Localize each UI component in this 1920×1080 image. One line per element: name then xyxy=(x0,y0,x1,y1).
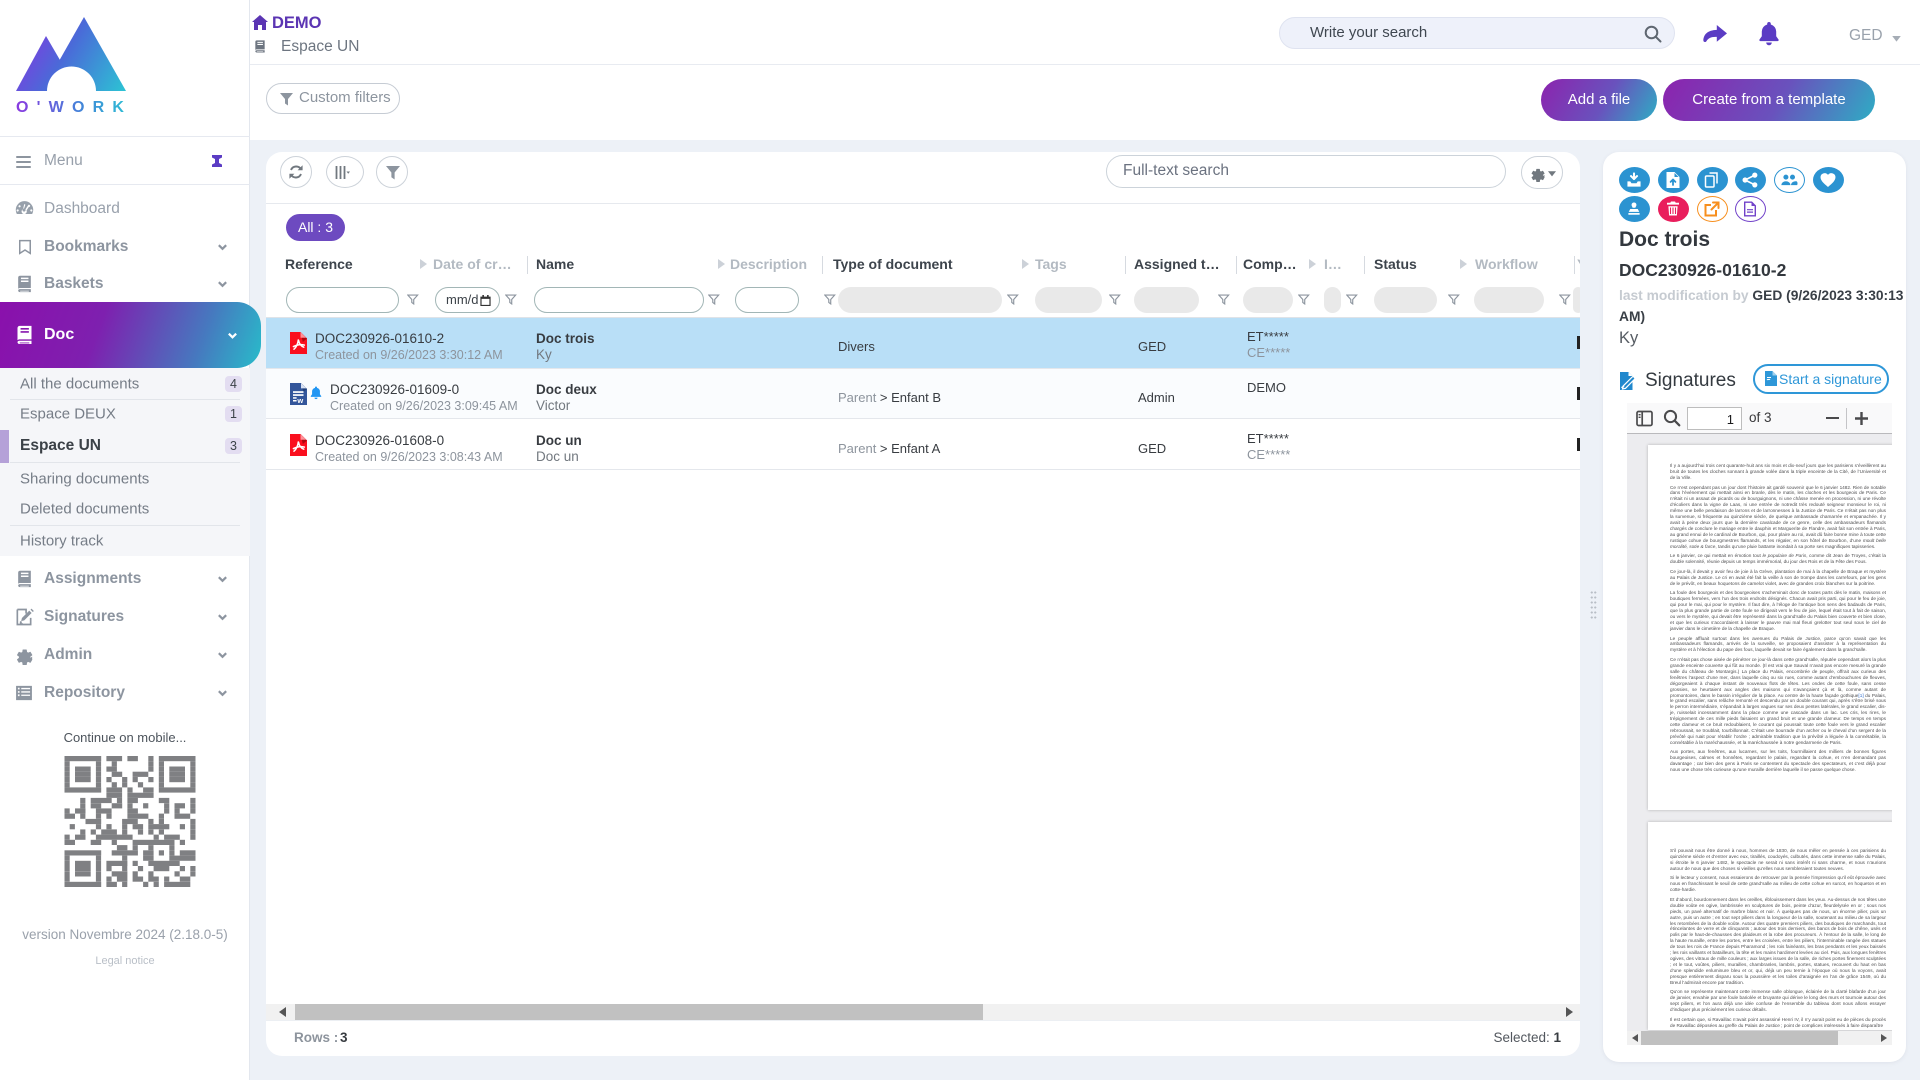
svg-text:w: w xyxy=(296,396,303,405)
svg-text:O'WORK: O'WORK xyxy=(16,99,132,116)
